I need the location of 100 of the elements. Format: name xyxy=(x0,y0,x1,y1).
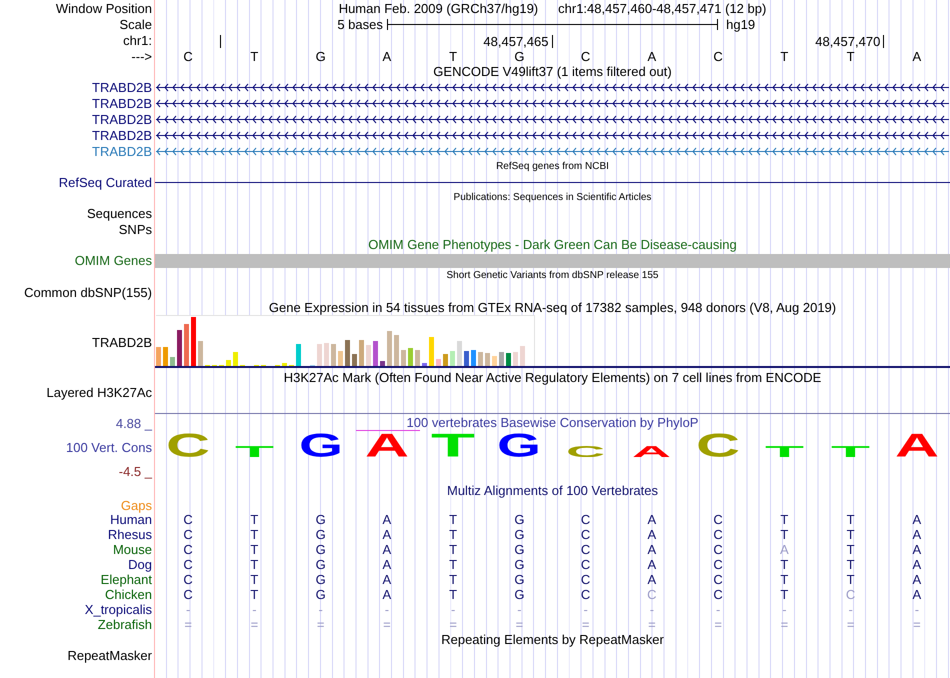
aligned-base: C xyxy=(846,588,856,601)
aligned-base: = xyxy=(913,618,921,631)
expression-bar xyxy=(422,363,427,366)
aligned-base: - xyxy=(716,603,720,616)
aligned-base: A xyxy=(912,543,922,556)
expression-bar xyxy=(156,347,161,366)
aligned-base: G xyxy=(316,558,326,571)
aligned-base: A xyxy=(382,528,392,541)
sequence-base: G xyxy=(514,50,524,62)
aligned-base: A xyxy=(648,528,656,541)
aligned-base: T xyxy=(780,588,788,601)
track-label[interactable]: TRABD2B xyxy=(92,336,152,348)
expression-bar xyxy=(492,356,497,366)
aligned-base: - xyxy=(583,603,588,616)
track-label[interactable]: TRABD2B xyxy=(92,144,152,158)
track-label[interactable]: RefSeq Curated xyxy=(58,176,152,189)
expression-bar xyxy=(324,343,329,366)
aligned-base: G xyxy=(514,543,524,556)
sequence-base: A xyxy=(648,50,656,62)
track-label[interactable]: TRABD2B xyxy=(92,96,152,110)
expression-bar xyxy=(387,331,392,366)
expression-bar xyxy=(471,350,476,366)
expression-bar xyxy=(191,317,196,366)
expression-bar xyxy=(198,341,203,366)
aligned-base: - xyxy=(384,603,390,616)
ruler-tick xyxy=(220,34,221,48)
expression-bar xyxy=(359,340,364,366)
row-label: Scale xyxy=(119,18,152,31)
aligned-base: T xyxy=(250,543,258,556)
track-label[interactable]: TRABD2B xyxy=(92,112,152,126)
expression-bar xyxy=(520,346,525,366)
species-label: Elephant xyxy=(100,573,152,586)
aligned-base: T xyxy=(846,513,855,526)
expression-bar xyxy=(282,363,287,366)
aligned-base: T xyxy=(449,558,458,571)
aligned-base: - xyxy=(782,603,787,616)
conservation-letter: C xyxy=(166,432,210,457)
expression-bar xyxy=(317,344,322,366)
aligned-base: G xyxy=(514,573,524,586)
aligned-base: A xyxy=(648,573,656,586)
aligned-base: C xyxy=(183,588,193,601)
aligned-base: A xyxy=(912,558,922,571)
track-label[interactable]: TRABD2B xyxy=(92,80,152,94)
aligned-base: C xyxy=(713,558,723,571)
sequence-base: T xyxy=(250,50,258,62)
row-label: chr1: xyxy=(123,34,152,46)
row-label: Window Position xyxy=(56,2,152,15)
aligned-base: T xyxy=(449,543,458,556)
conservation-letter: A xyxy=(894,432,939,457)
species-label: Rhesus xyxy=(108,528,152,541)
aligned-base: C xyxy=(183,573,193,586)
track-label[interactable]: SNPs xyxy=(118,222,152,236)
track-label[interactable]: Layered H3K27Ac xyxy=(46,386,152,399)
sequence-base: G xyxy=(316,50,326,62)
aligned-base: C xyxy=(580,543,590,556)
aligned-base: = xyxy=(582,618,590,631)
track-title: Gene Expression in 54 tissues from GTEx RNA-seq of 17382 samples, 948 donors (V8, Aug 2019) xyxy=(268,300,836,314)
strand-label: ---> xyxy=(131,50,152,62)
aligned-base: C xyxy=(580,558,590,571)
track-label[interactable]: OMIM Genes xyxy=(74,254,152,267)
coordinate-label: 48,457,470 xyxy=(815,34,880,48)
aligned-base: - xyxy=(450,603,456,616)
region-position: chr1:48,457,460-48,457,471 (12 bp) xyxy=(558,2,766,16)
aligned-base: C xyxy=(580,513,590,526)
aligned-base: T xyxy=(780,573,788,586)
expression-bar xyxy=(478,352,483,366)
conservation-letter: T xyxy=(764,445,804,457)
aligned-base: G xyxy=(514,558,524,571)
expression-bar xyxy=(499,352,504,366)
conservation-letter: A xyxy=(364,432,409,457)
expression-bar xyxy=(177,330,182,366)
aligned-base: A xyxy=(780,543,789,556)
aligned-base: T xyxy=(846,543,855,556)
aligned-base: C xyxy=(647,588,657,601)
track-title: RefSeq genes from NCBI xyxy=(496,161,609,173)
aligned-base: T xyxy=(780,528,788,541)
track-label[interactable]: RepeatMasker xyxy=(67,649,152,662)
axis-max-label: 4.88 _ xyxy=(116,417,152,431)
sequence-base: C xyxy=(183,50,193,62)
conservation-letter: T xyxy=(234,445,274,457)
expression-bar xyxy=(429,337,434,366)
expression-bar xyxy=(163,347,168,366)
aligned-base: A xyxy=(382,588,392,601)
aligned-base: C xyxy=(713,573,723,586)
aligned-base: T xyxy=(846,573,855,586)
aligned-base: C xyxy=(580,573,590,586)
conservation-letter: G xyxy=(298,432,343,457)
aligned-base: T xyxy=(250,558,258,571)
aligned-base: A xyxy=(912,588,922,601)
assembly-label: hg19 xyxy=(725,18,756,31)
aligned-base: A xyxy=(912,528,922,541)
track-label[interactable]: Common dbSNP(155) xyxy=(24,286,152,298)
aligned-base: A xyxy=(382,573,392,586)
aligned-base: T xyxy=(449,588,458,601)
track-label[interactable]: Sequences xyxy=(86,207,152,220)
aligned-base: - xyxy=(252,603,257,616)
track-label[interactable]: 100 Vert. Cons xyxy=(66,441,152,455)
species-label: Chicken xyxy=(105,588,152,601)
track-label[interactable]: TRABD2B xyxy=(92,128,152,142)
aligned-base: - xyxy=(914,603,920,616)
